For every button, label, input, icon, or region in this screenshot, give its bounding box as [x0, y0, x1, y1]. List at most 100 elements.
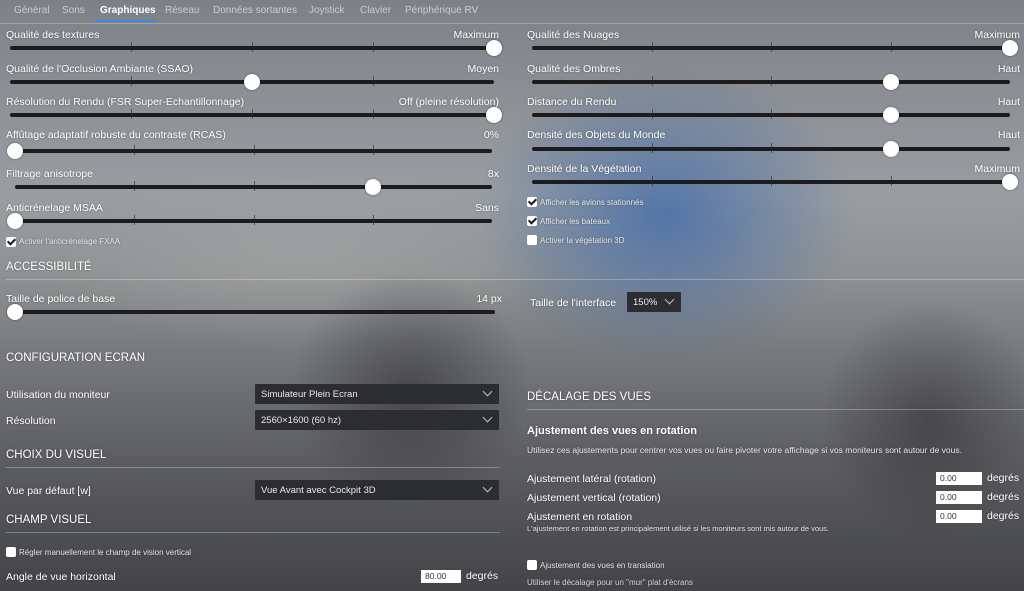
texture-quality-slider[interactable] — [10, 40, 502, 56]
visual-choice-divider — [6, 467, 500, 468]
slider-tick — [131, 76, 132, 86]
rotation-description: Utilisez ces ajustements pour centrer vo… — [527, 445, 962, 455]
ui-size-dropdown[interactable]: 150% — [627, 292, 681, 312]
default-view-dropdown[interactable]: Vue Avant avec Cockpit 3D — [255, 480, 499, 500]
manual-fov-label: Régler manuellement le champ de vision v… — [19, 548, 192, 557]
parked-aircraft-checkbox[interactable] — [527, 197, 537, 207]
slider-thumb[interactable] — [486, 107, 502, 123]
resolution-dropdown[interactable]: 2560×1600 (60 hz) — [255, 410, 499, 430]
slider-thumb[interactable] — [486, 40, 502, 56]
tab-sons[interactable]: Sons — [62, 5, 85, 16]
vertical-adjust-unit: degrés — [987, 491, 1020, 503]
roll-adjust-label: Ajustement en rotation — [527, 511, 633, 523]
slider-tick — [252, 42, 253, 52]
slider-thumb[interactable] — [7, 213, 23, 229]
chevron-down-icon — [664, 294, 675, 305]
tab-graphiques[interactable]: Graphiques — [100, 5, 156, 16]
boats-label: Afficher les bateaux — [540, 217, 611, 226]
render-resolution-label: Résolution du Rendu (FSR Super-Echantill… — [6, 96, 245, 108]
shadow-quality-slider[interactable] — [532, 74, 1010, 90]
accessibility-heading: ACCESSIBILITÉ — [6, 261, 92, 273]
rotation-title: Ajustement des vues en rotation — [527, 425, 697, 437]
slider-thumb[interactable] — [7, 304, 23, 320]
slider-thumb[interactable] — [1002, 40, 1018, 56]
active-tab-indicator — [94, 20, 156, 22]
monitor-usage-value: Simulateur Plein Ecran — [261, 389, 358, 400]
default-view-value: Vue Avant avec Cockpit 3D — [261, 485, 376, 496]
vegetation-3d-label: Activer la végétation 3D — [540, 236, 625, 245]
lateral-adjust-unit: degrés — [987, 472, 1020, 484]
tab-reseau[interactable]: Réseau — [165, 5, 199, 16]
cloud-quality-slider[interactable] — [532, 40, 1018, 56]
ui-size-label: Taille de l'interface — [530, 297, 617, 309]
msaa-slider[interactable] — [7, 213, 492, 229]
roll-adjust-note: L'ajustement en rotation est principalem… — [527, 524, 829, 533]
slider-tick — [134, 145, 136, 155]
resolution-label: Résolution — [6, 415, 56, 427]
shadow-quality-label: Qualité des Ombres — [527, 63, 621, 75]
lateral-adjust-input[interactable]: 0.00 — [936, 472, 982, 485]
font-size-slider[interactable] — [7, 304, 495, 320]
accessibility-divider — [6, 279, 1024, 280]
slider-tick — [373, 42, 374, 52]
vertical-adjust-label: Ajustement vertical (rotation) — [527, 492, 661, 504]
h-angle-label: Angle de vue horizontal — [6, 571, 116, 583]
vegetation-density-slider[interactable] — [532, 174, 1018, 190]
slider-thumb[interactable] — [244, 74, 260, 90]
tab-joystick[interactable]: Joystick — [309, 5, 345, 16]
slider-thumb[interactable] — [7, 143, 23, 159]
roll-adjust-unit: degrés — [987, 510, 1020, 522]
font-size-value: 14 px — [476, 293, 502, 305]
render-distance-slider[interactable] — [532, 107, 1010, 123]
vegetation-3d-checkbox[interactable] — [527, 235, 537, 245]
default-view-label: Vue par défaut [w] — [6, 485, 91, 497]
slider-tick — [134, 215, 136, 225]
rcas-slider[interactable] — [7, 143, 492, 159]
slider-tick — [890, 42, 892, 52]
texture-quality-label: Qualité des textures — [6, 29, 100, 41]
slider-tick — [651, 76, 653, 86]
slider-thumb[interactable] — [1002, 174, 1018, 190]
roll-adjust-input[interactable]: 0.00 — [936, 510, 982, 523]
resolution-value: 2560×1600 (60 hz) — [261, 415, 342, 426]
vegetation-density-value: Maximum — [974, 163, 1020, 175]
slider-thumb[interactable] — [364, 179, 381, 195]
msaa-value: Sans — [475, 202, 499, 214]
tab-clavier[interactable]: Clavier — [360, 5, 391, 16]
h-angle-unit: degrés — [466, 570, 499, 582]
tab-donnees-sortantes[interactable]: Données sortantes — [213, 5, 297, 16]
fxaa-checkbox[interactable] — [6, 237, 16, 247]
slider-thumb[interactable] — [882, 107, 899, 123]
ssao-quality-slider[interactable] — [10, 74, 494, 90]
slider-tick — [651, 42, 653, 52]
visual-choice-heading: CHOIX DU VISUEL — [6, 449, 107, 461]
world-objects-value: Haut — [997, 129, 1020, 141]
slider-tick — [252, 109, 253, 119]
chevron-down-icon — [482, 386, 493, 397]
cloud-quality-label: Qualité des Nuages — [527, 29, 620, 41]
slider-tick — [131, 109, 132, 119]
slider-tick — [131, 42, 132, 52]
boats-checkbox[interactable] — [527, 216, 537, 226]
render-resolution-value: Off (pleine résolution) — [398, 96, 499, 108]
slider-tick — [651, 109, 653, 119]
vertical-adjust-input[interactable]: 0.00 — [936, 491, 982, 504]
render-resolution-slider[interactable] — [10, 107, 502, 123]
slider-thumb[interactable] — [882, 74, 899, 90]
world-objects-slider[interactable] — [532, 141, 1010, 157]
slider-thumb[interactable] — [882, 141, 899, 157]
anisotropic-filter-slider[interactable] — [15, 179, 492, 195]
manual-fov-checkbox[interactable] — [6, 547, 16, 557]
h-angle-input[interactable]: 80.00 — [421, 570, 461, 583]
translation-checkbox[interactable] — [527, 560, 537, 570]
slider-tick — [771, 143, 772, 153]
monitor-usage-dropdown[interactable]: Simulateur Plein Ecran — [255, 384, 499, 404]
cloud-quality-value: Maximum — [974, 29, 1020, 41]
settings-tab-bar: Général Sons Graphiques Réseau Données s… — [0, 0, 1024, 24]
vegetation-density-label: Densité de la Végétation — [527, 163, 642, 175]
render-distance-value: Haut — [997, 96, 1020, 108]
lateral-adjust-label: Ajustement latéral (rotation) — [527, 473, 656, 485]
tab-general[interactable]: Général — [14, 5, 50, 16]
tab-peripherique-rv[interactable]: Périphérique RV — [405, 5, 478, 16]
fov-divider — [6, 532, 500, 533]
